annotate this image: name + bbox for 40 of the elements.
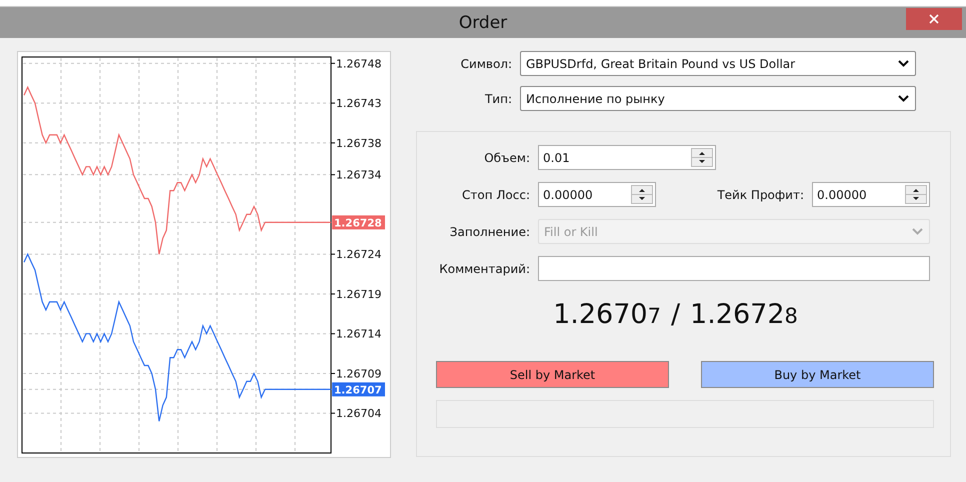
order-type-dropdown[interactable]: Исполнение по рынку: [520, 86, 916, 111]
buy-button[interactable]: Buy by Market: [701, 361, 934, 388]
spinner-icon: [905, 185, 927, 204]
volume-field[interactable]: 0.01: [538, 145, 716, 170]
field-label: Стоп Лосс:: [461, 188, 530, 202]
price-separator: /: [670, 299, 680, 330]
axis-tick-label: 1.26719: [336, 288, 382, 301]
comment-field[interactable]: [538, 256, 930, 281]
bid-price: 1.26707: [553, 299, 661, 330]
chevron-down-icon: [912, 228, 923, 235]
chevron-down-icon: [898, 95, 909, 102]
axis-tick-label: 1.26714: [336, 328, 382, 341]
take-profit-field[interactable]: 0.00000: [812, 182, 930, 207]
price-level-line: [265, 222, 331, 223]
axis-tick-label: 1.26734: [336, 168, 382, 182]
price-marker: 1.26728: [332, 215, 385, 230]
close-button[interactable]: [906, 8, 962, 30]
axis-tick-label: 1.26738: [336, 136, 382, 150]
price-level-line: [265, 388, 331, 390]
field-label: Объем:: [483, 150, 530, 164]
sell-button[interactable]: Sell by Market: [436, 361, 669, 388]
field-label: Комментарий:: [438, 262, 530, 276]
field-label: Символ:: [460, 56, 512, 70]
ask-price: 1.26728: [690, 299, 798, 330]
spinner-icon: [631, 185, 653, 204]
close-icon: [929, 14, 939, 24]
axis-tick-label: 1.26709: [336, 367, 382, 380]
spinner-icon: [691, 148, 713, 167]
field-label: Тейк Профит:: [716, 188, 804, 202]
stop-loss-field[interactable]: 0.00000: [538, 182, 656, 207]
field-label: Заполнение:: [448, 224, 530, 238]
field-label: Тип:: [484, 92, 512, 106]
price-marker: 1.26707: [332, 382, 385, 396]
axis-tick-label: 1.26743: [336, 97, 382, 110]
chevron-down-icon: [898, 60, 909, 67]
axis-tick-label: 1.26748: [336, 57, 382, 70]
axis-tick-label: 1.26724: [336, 248, 382, 262]
window-title: Order: [458, 12, 508, 32]
axis-tick-label: 1.26704: [336, 407, 382, 420]
symbol-dropdown[interactable]: GBPUSDrfd, Great Britain Pound vs US Dollar: [520, 51, 916, 76]
